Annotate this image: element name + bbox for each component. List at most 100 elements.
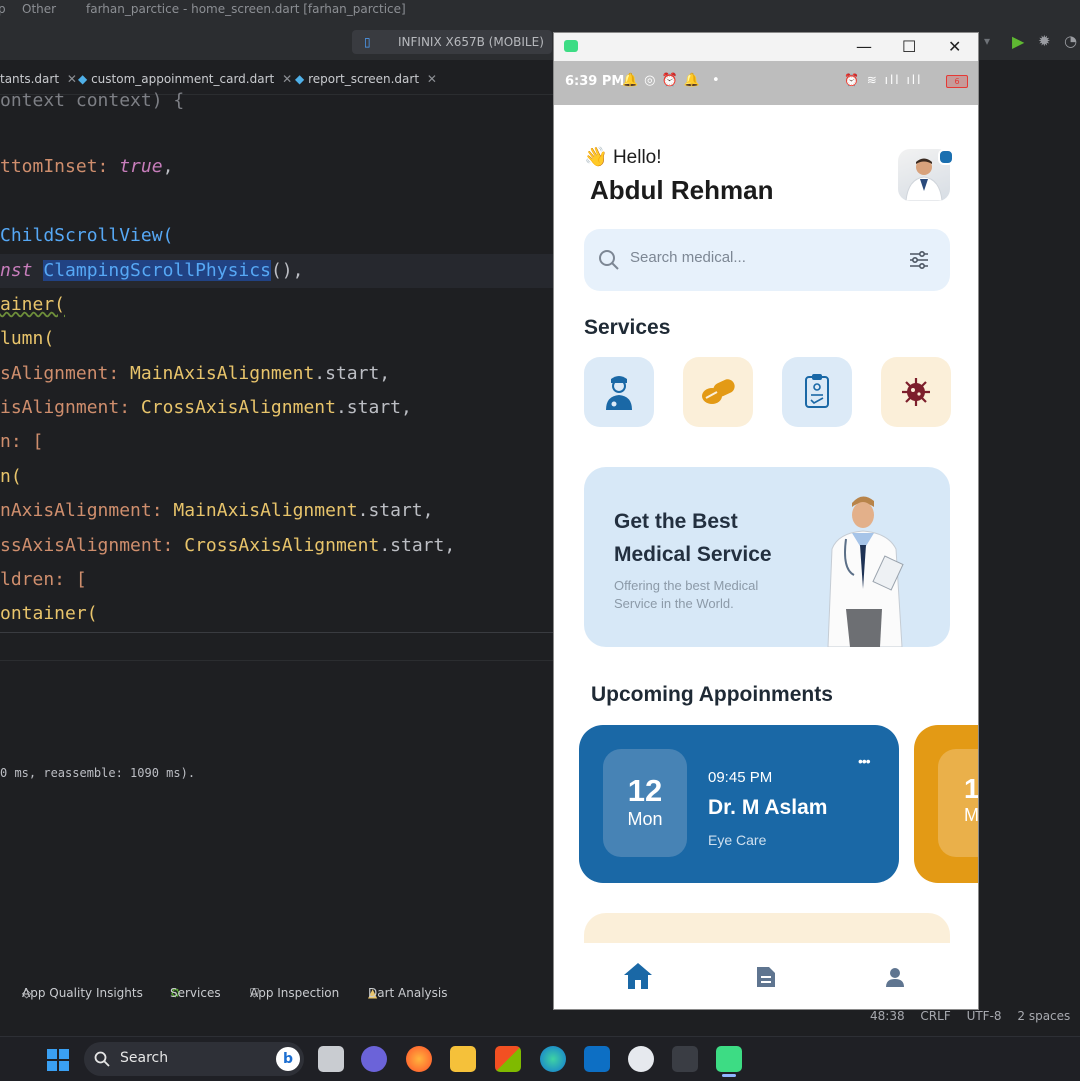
appointment-date: 1 M (938, 749, 978, 857)
vscode-icon[interactable] (584, 1046, 610, 1072)
emulator-title-bar[interactable]: — ☐ ✕ (554, 33, 978, 61)
appointment-day: 1 (964, 773, 978, 805)
code-token: .start, (357, 500, 434, 521)
bottom-navigation (554, 943, 978, 1009)
close-icon[interactable]: ✕ (67, 72, 77, 86)
minimize-icon[interactable]: — (856, 37, 872, 56)
store-icon[interactable] (495, 1046, 521, 1072)
profile-icon[interactable]: ◔ (1064, 32, 1077, 50)
dropdown-chevron-icon[interactable]: ▾ (984, 34, 990, 48)
code-line: ainer( (0, 294, 66, 315)
status-time: 6:39 PM (565, 74, 625, 89)
service-pills-button[interactable] (683, 357, 753, 427)
user-name: Abdul Rehman (590, 175, 774, 205)
task-view-icon[interactable] (318, 1046, 344, 1072)
more-options-icon[interactable]: ••• (858, 753, 871, 769)
document-icon[interactable] (755, 965, 777, 989)
meet-icon[interactable] (361, 1046, 387, 1072)
tab-label: tants.dart (0, 72, 60, 86)
code-line: n( (0, 466, 22, 487)
appointment-specialty: Eye Care (708, 832, 767, 848)
home-icon[interactable] (622, 961, 654, 991)
tab-constants[interactable]: tants.dart ✕ (0, 72, 77, 86)
banner-title: Get the Best Medical Service (614, 505, 804, 571)
run-icon[interactable]: ▶ (1012, 32, 1024, 51)
tab-label: custom_appoinment_card.dart (91, 72, 275, 86)
appointment-weekday: M (964, 805, 978, 825)
app-icon[interactable] (628, 1046, 654, 1072)
search-input[interactable]: Search medical... (630, 249, 746, 266)
signal-icons: ⏰ ≋ ıll ıll (844, 73, 923, 87)
wave-icon: 👋 (584, 147, 608, 168)
phone-icon: ▯ (364, 35, 371, 49)
appointment-card[interactable]: 12 Mon 09:45 PM Dr. M Aslam Eye Care ••• (579, 725, 899, 883)
greeting: 👋 Hello! (584, 145, 662, 169)
profile-icon[interactable] (885, 967, 905, 987)
appointment-time: 09:45 PM (708, 769, 773, 786)
banner-subtitle: Offering the best Medical Service in the… (614, 577, 804, 613)
indent-setting[interactable]: 2 spaces (1017, 1009, 1070, 1023)
banner-subtitle-line: Offering the best Medical (614, 578, 759, 593)
banner-title-line: Get the Best (614, 510, 738, 533)
code-token: nst (0, 260, 44, 281)
windows-start-icon[interactable] (46, 1048, 70, 1072)
file-explorer-icon[interactable] (450, 1046, 476, 1072)
tool-label: Services (170, 986, 221, 1000)
taskbar-search-label: Search (120, 1050, 169, 1066)
promo-banner[interactable]: Get the Best Medical Service Offering th… (584, 467, 950, 647)
code-token: .start, (335, 397, 412, 418)
close-icon[interactable]: ✕ (427, 72, 437, 86)
panel-divider (0, 660, 555, 661)
code-token: nAxisAlignment: (0, 500, 174, 521)
code-token: .start, (379, 535, 456, 556)
tab-custom-appoinment-card[interactable]: ◆ custom_appoinment_card.dart ✕ (78, 72, 292, 86)
service-virus-button[interactable] (881, 357, 951, 427)
code-token: CrossAxisAlignment (184, 535, 380, 556)
android-studio-icon[interactable] (716, 1046, 742, 1072)
service-report-button[interactable] (782, 357, 852, 427)
terminal-icon[interactable] (672, 1046, 698, 1072)
close-icon[interactable]: ✕ (948, 37, 961, 56)
upcoming-title: Upcoming Appoinments (591, 683, 833, 706)
taskbar-search-box[interactable]: Search b (84, 1042, 304, 1076)
code-token: sAlignment: (0, 363, 131, 384)
service-doctor-button[interactable] (584, 357, 654, 427)
search-icon (599, 250, 619, 270)
code-token: ssAxisAlignment: (0, 535, 185, 556)
code-token: true (119, 156, 163, 177)
code-line: ontext context) { (0, 90, 185, 111)
code-token: MainAxisAlignment (130, 363, 315, 384)
maximize-icon[interactable]: ☐ (902, 37, 916, 56)
tool-label: Dart Analysis (368, 986, 448, 1000)
appointment-card[interactable]: 1 M (914, 725, 978, 883)
device-label: INFINIX X657B (MOBILE) (398, 35, 544, 49)
filter-icon[interactable] (908, 249, 930, 271)
panel-divider[interactable] (0, 632, 555, 633)
close-icon[interactable]: ✕ (282, 72, 292, 86)
edge-icon[interactable] (540, 1046, 566, 1072)
menu-item-other[interactable]: Other (22, 2, 56, 16)
device-selector[interactable]: ▯ INFINIX X657B (MOBILE) (352, 30, 552, 54)
code-editor[interactable]: ontext context) { ttomInset: true, Child… (0, 90, 555, 634)
code-line: isAlignment: CrossAxisAlignment.start, (0, 397, 412, 418)
banner-title-line: Medical Service (614, 543, 772, 566)
line-separator[interactable]: CRLF (920, 1009, 950, 1023)
file-encoding[interactable]: UTF-8 (967, 1009, 1002, 1023)
doctor-illustration (827, 496, 904, 647)
tab-report-screen[interactable]: ◆ report_screen.dart ✕ (295, 72, 437, 86)
phone-screen[interactable]: 👋 Hello! Abdul Rehman Search medical... … (554, 105, 978, 1009)
debug-icon[interactable]: ✹ (1038, 32, 1051, 50)
code-token: isAlignment: (0, 397, 141, 418)
cursor-position[interactable]: 48:38 (870, 1009, 905, 1023)
menu-item[interactable]: p (0, 2, 6, 16)
dart-file-icon: ◆ (295, 72, 305, 86)
code-line: nAxisAlignment: MainAxisAlignment.start, (0, 500, 433, 521)
banner-subtitle-line: Service in the World. (614, 596, 734, 611)
phone-status-bar: 6:39 PM 🔔◎⏰🔔 • ⏰ ≋ ıll ıll 6 (554, 61, 978, 105)
bing-icon[interactable]: b (276, 1047, 300, 1071)
firefox-icon[interactable] (406, 1046, 432, 1072)
services-title: Services (584, 316, 671, 339)
appointment-doctor: Dr. M Aslam (708, 796, 828, 819)
online-status-badge (938, 149, 954, 165)
code-token: (), (270, 260, 304, 281)
